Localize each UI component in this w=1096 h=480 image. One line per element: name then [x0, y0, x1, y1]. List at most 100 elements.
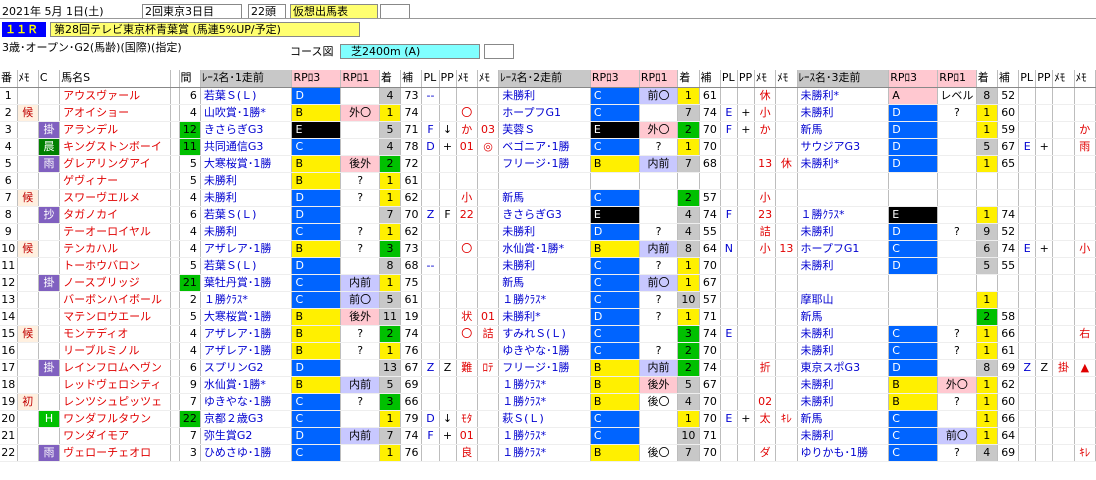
column-header[interactable]: 着 [379, 70, 402, 88]
column-header[interactable]: 補 [699, 70, 721, 88]
rating: 75 [400, 274, 423, 292]
column-header[interactable]: C [38, 70, 61, 88]
memo-1: 23 [754, 206, 777, 224]
column-header[interactable]: ﾒﾓ [754, 70, 777, 88]
table-row[interactable]: 19 初レンツシュピッツェ 7 ゆきやな･1勝 C? 3 66 １勝ｸﾗｽ* B 後〇 4 70 02 未… [0, 393, 1096, 411]
column-header[interactable]: ﾒﾓ [17, 70, 39, 88]
column-header[interactable]: 間 [179, 70, 201, 88]
table-row[interactable]: 11 トーホウバロン 5 若葉Ｓ(Ｌ) D 8 68 -- 未勝利 C? 1 70 未勝利 D 5 55 [0, 257, 1096, 275]
rating: 74 [400, 104, 423, 122]
table-row[interactable]: 15 候モンテディオ 4 アザレア･1勝 B? 2 74 〇詰すみれＳ(Ｌ) C 3 74 E 未勝利 C… [0, 325, 1096, 343]
memo-badge: 初 [17, 393, 39, 411]
rp-position: 内前 [639, 240, 679, 258]
horse-number: 22 [0, 444, 18, 462]
blank-box-2[interactable] [484, 44, 514, 59]
column-header[interactable]: 馬名S [59, 70, 171, 88]
memo-badge [17, 257, 39, 275]
memo-badge [17, 155, 39, 173]
pl [1018, 376, 1037, 394]
race-name: 若葉Ｓ(Ｌ) [200, 206, 293, 224]
table-row[interactable]: 17 掛レインフロムヘヴン 6 スプリンG2 D 13 67 Z Z 難ﾛﾃ フリージ･1勝 B 内前 2… [0, 359, 1096, 377]
table-row[interactable]: 18 レッドヴェロシティ 9 水仙賞･1勝* B 内前 5 69 １勝ｸﾗｽ* B 後外 5 67 未勝利… [0, 376, 1096, 394]
rp-grade [888, 172, 939, 190]
rp-grade: C [291, 291, 342, 309]
condition-badge [38, 257, 61, 275]
table-row[interactable]: 16 リーブルミノル 4 アザレア･1勝 B? 1 76 ゆきやな･1勝 C? 2 70 未勝利 C? 1… [0, 342, 1096, 360]
column-header[interactable]: 着 [976, 70, 998, 88]
column-header[interactable]: PL [1018, 70, 1037, 88]
condition-badge [38, 325, 61, 343]
memo-1 [456, 393, 478, 411]
pp [737, 308, 755, 326]
horse-number: 3 [0, 121, 18, 139]
table-row[interactable]: 8 抄タガノカイ 6 若葉Ｓ(Ｌ) D 7 70 Z F 22 きさらぎG3 E 4 74 F 23 １勝ｸﾗｽ… [0, 206, 1096, 224]
finish: 1 [379, 410, 402, 428]
table-row[interactable]: 22 雨ヴェローチェオロ 3 ひめさゆ･1勝 C 1 76 良 １勝ｸﾗｽ* B 後〇 7 70 ダゆりか… [0, 444, 1096, 462]
pl [421, 223, 440, 241]
table-row[interactable]: 14 マテンロウエール 5 大寒桜賞･1勝 B 後外 11 19 状 01 未勝利* D? 1 71 新馬 2… [0, 308, 1096, 326]
column-header[interactable]: RPﾛ3 [291, 70, 342, 88]
column-header[interactable]: PP [1035, 70, 1054, 88]
column-header[interactable]: ﾒﾓ [1052, 70, 1075, 88]
table-row[interactable]: 9 テーオーロイヤル 4 未勝利 C? 1 62 未勝利 D? 4 55 詰未勝利 D? 9 52 [0, 223, 1096, 241]
rating: 79 [400, 410, 423, 428]
memo-1 [1052, 172, 1075, 190]
rating: 67 [400, 359, 423, 377]
column-header[interactable]: 補 [997, 70, 1020, 88]
horse-name: タガノカイ [59, 206, 171, 224]
rp-grade: E [590, 121, 640, 139]
column-header[interactable]: PL [421, 70, 440, 88]
pp [737, 444, 755, 462]
table-row[interactable]: 4 晨キングストンボーイ 11 共同通信G3 C 4 78 D +01 ◎ ベゴニア･1勝 C? 1 70… [0, 138, 1096, 156]
pl [1018, 325, 1037, 343]
column-header[interactable]: 着 [677, 70, 700, 88]
table-row[interactable]: 21 ワンダイモア 7 弥生賞G2 D 内前 7 74 F +01 １勝ｸﾗｽ* C 10 71 未勝利 C 前… [0, 427, 1096, 445]
finish: 7 [379, 206, 402, 224]
column-header[interactable]: ﾒﾓ [1074, 70, 1096, 88]
column-header[interactable]: ﾒﾓ [775, 70, 798, 88]
column-header[interactable]: RPﾛ1 [340, 70, 380, 88]
rp-grade: D [291, 87, 342, 105]
column-header[interactable]: RPﾛ1 [639, 70, 679, 88]
rating: 67 [699, 274, 721, 292]
column-header[interactable]: PL [720, 70, 738, 88]
table-row[interactable]: 7 候 スワーヴエルメ 4 未勝利 D? 1 62 小 新馬 C 2 57 小 [0, 189, 1096, 207]
column-header[interactable]: PP [737, 70, 755, 88]
rp-position: ? [937, 104, 977, 122]
pl [421, 240, 440, 258]
rating [997, 189, 1020, 207]
interval: 22 [179, 410, 201, 428]
table-row[interactable]: 10 候テンカハル 4 アザレア･1勝 B? 3 73 〇水仙賞･1勝* B 内前 8 64 N 小 13 ホ… [0, 240, 1096, 258]
column-header[interactable]: ﾒﾓ [456, 70, 478, 88]
column-header[interactable]: ﾚｰｽ名･3走前 [797, 70, 890, 88]
memo-1 [754, 308, 777, 326]
column-header[interactable]: ﾚｰｽ名･1走前 [200, 70, 293, 88]
table-row[interactable]: 6 ゲヴィナー 5 未勝利 B? 1 61 [0, 172, 1096, 190]
table-row[interactable]: 20 H ワンダフルタウン 22 京都２歳G3 C 1 79 D ↓ ﾓﾀ 萩Ｓ(Ｌ) C 1 70 E + 太ｷ… [0, 410, 1096, 428]
table-row[interactable]: 13 バーボンハイボール 2 １勝ｸﾗｽ* C 前〇 5 61 １勝ｸﾗｽ* C? 10 57 摩耶山 1 [0, 291, 1096, 309]
rating: 66 [400, 393, 423, 411]
race-date: 2021年 5月 1日(土) [2, 5, 104, 18]
pp [439, 257, 457, 275]
column-header[interactable]: 番 [0, 70, 18, 88]
table-row[interactable]: 12 掛ノースブリッジ 21 葉牡丹賞･1勝 C 内前 1 75 新馬 C 前〇 1 67 [0, 274, 1096, 292]
memo-1 [1052, 257, 1075, 275]
column-header[interactable]: ﾚｰｽ名･2走前 [498, 70, 591, 88]
rp-position [340, 444, 380, 462]
column-header[interactable]: RPﾛ3 [590, 70, 640, 88]
column-header[interactable] [170, 70, 180, 88]
table-row[interactable]: 2 候アオイショー 4 山吹賞･1勝* B 外〇 1 74 〇ホープフG1 C 7 74 E + 小未勝利 D… [0, 104, 1096, 122]
column-header[interactable]: 補 [400, 70, 423, 88]
pp [1035, 172, 1054, 190]
column-header[interactable]: RPﾛ1 [937, 70, 977, 88]
blank-box-1[interactable] [380, 4, 410, 19]
column-header[interactable]: ﾒﾓ [477, 70, 500, 88]
race-name: 水仙賞･1勝* [200, 376, 293, 394]
column-header[interactable]: PP [439, 70, 457, 88]
table-row[interactable]: 5 雨グレアリングアイ 5 大寒桜賞･1勝 B 後外 2 72 フリージ･1勝 B 内前 7 68 13 休… [0, 155, 1096, 173]
column-header[interactable]: RPﾛ3 [888, 70, 939, 88]
table-row[interactable]: 1 アウスヴァール 6 若葉Ｓ(Ｌ) D 4 73 -- 未勝利 C 前〇 1 61 休未勝利* A レベル 8… [0, 87, 1096, 105]
condition-badge [38, 427, 61, 445]
race-number: １１Ｒ [2, 22, 46, 37]
table-row[interactable]: 3 掛アランデル 12 きさらぎG3 E 5 71 F ↓ か 03 芙蓉Ｓ E 外〇 2 70 F + か新馬 D 1… [0, 121, 1096, 139]
